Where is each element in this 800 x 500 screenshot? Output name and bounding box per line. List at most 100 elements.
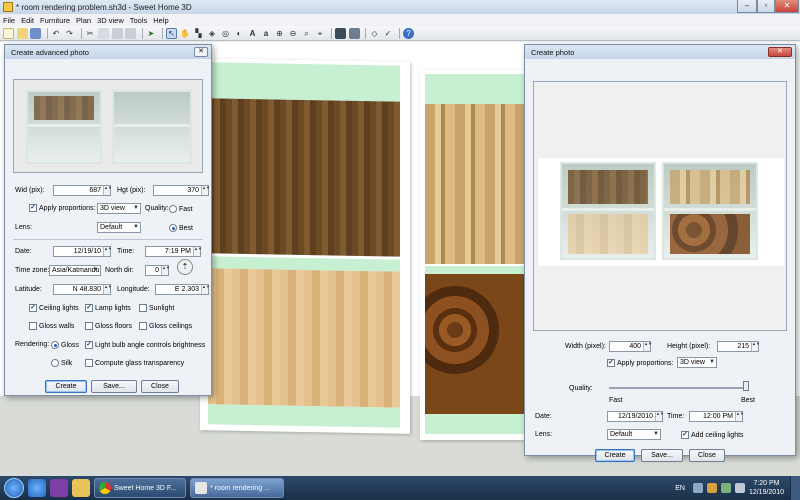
create-video-icon[interactable] [348,27,360,39]
text-style-icon[interactable]: A [247,28,258,39]
photo-apply-proportions-checkbox[interactable]: ✓ Apply proportions: [607,359,673,367]
glass-transparency-checkbox[interactable]: Compute glass transparency [85,359,184,367]
minimize-button[interactable]: – [737,0,757,13]
photo-width-spinner[interactable]: ▲▼ [643,341,652,351]
create-rooms-icon[interactable]: ◈ [207,28,218,39]
slider-thumb[interactable] [743,381,749,391]
add-furniture-icon[interactable]: ➤ [146,28,157,39]
rendering-silk-radio[interactable]: Silk [51,359,72,367]
photo-create-button[interactable]: Create [595,449,635,462]
yahoo-icon[interactable] [50,479,68,497]
redo-icon[interactable]: ↷ [64,28,75,39]
rendering-gloss-radio[interactable]: Gloss [51,341,79,349]
height-field[interactable]: 370 ▲▼ [153,185,210,196]
zoom-all-icon[interactable]: ⌖ [315,28,326,39]
tray-flag-icon[interactable] [706,483,717,493]
advanced-create-button[interactable]: Create [45,380,87,393]
photo-save-button[interactable]: Save... [641,449,683,462]
width-field[interactable]: 687 ▲▼ [53,185,112,196]
taskbar-chrome[interactable]: Sweet Home 3D F... [94,478,186,498]
tray-volume-icon[interactable] [734,483,745,493]
quality-fast-radio[interactable]: Fast [169,205,193,213]
time-spinner[interactable]: ▲▼ [193,246,202,256]
ceiling-lights-checkbox[interactable]: ✓ Ceiling lights [29,304,79,312]
photo-height-spinner[interactable]: ▲▼ [751,341,760,351]
quality-best-radio[interactable]: Best [169,224,193,232]
longitude-field[interactable]: E 2.303 ▲▼ [155,284,210,295]
paste-icon[interactable] [111,27,123,39]
advanced-save-button[interactable]: Save... [91,380,137,393]
photo-time-field[interactable]: 12:00 PM ▲▼ [689,411,744,422]
aerial-view-icon[interactable]: ◇ [369,28,380,39]
photo-lens-select[interactable]: Default ▼ [607,429,661,440]
photo-quality-slider[interactable] [609,381,749,395]
compass-icon[interactable]: ⇡ [177,259,193,275]
north-direction-field[interactable]: 0 ▲▼ [145,265,170,276]
create-labels-icon[interactable]: ◐ [234,28,245,39]
lens-select[interactable]: Default ▼ [97,222,141,233]
delete-icon[interactable] [125,27,136,39]
menu-help[interactable]: Help [153,16,168,25]
longitude-spinner[interactable]: ▲▼ [201,284,210,294]
lamp-lights-checkbox[interactable]: ✓ Lamp lights [85,304,131,312]
photo-width-field[interactable]: 400 ▲▼ [609,341,652,352]
create-photo-icon[interactable] [335,27,346,39]
close-window-button[interactable]: ✕ [775,0,799,13]
create-walls-icon[interactable]: ▚ [193,28,204,39]
select-icon[interactable]: ↖ [166,27,177,39]
gloss-floors-checkbox[interactable]: Gloss floors [85,322,132,330]
copy-icon[interactable] [98,27,109,39]
virtual-visit-icon[interactable]: ✓ [383,28,394,39]
menu-file[interactable]: File [3,16,15,25]
photo-time-spinner[interactable]: ▲▼ [735,411,744,421]
height-spinner[interactable]: ▲▼ [201,185,210,195]
photo-date-spinner[interactable]: ▲▼ [655,411,664,421]
menu-plan[interactable]: Plan [76,16,91,25]
new-icon[interactable] [3,27,14,39]
pan-icon[interactable]: ✋ [180,28,191,39]
timezone-select[interactable]: Asia/Katmandu ▼ [49,265,101,276]
photo-close-icon[interactable]: ✕ [768,47,792,57]
tray-network-icon[interactable] [720,483,731,493]
create-dimensions-icon[interactable]: ◎ [220,28,231,39]
gloss-ceilings-checkbox[interactable]: Gloss ceilings [139,322,192,330]
open-icon[interactable] [16,27,28,39]
photo-date-field[interactable]: 12/19/2010 ▲▼ [607,411,664,422]
photo-ceiling-lights-checkbox[interactable]: ✓ Add ceiling lights [681,431,744,439]
tray-app-icon[interactable] [692,483,703,493]
light-bulb-checkbox[interactable]: ✓ Light bulb angle controls brightness [85,341,205,349]
cut-icon[interactable]: ✂ [85,28,96,39]
ie-icon[interactable] [28,479,46,497]
width-spinner[interactable]: ▲▼ [103,185,112,195]
taskbar-sweet-home[interactable]: * room rendering ... [190,478,284,498]
menu-furniture[interactable]: Furniture [40,16,70,25]
proportions-select[interactable]: 3D view ▼ [97,203,141,214]
time-field[interactable]: 7:19 PM ▲▼ [145,246,202,257]
photo-proportions-select[interactable]: 3D view ▼ [677,357,717,368]
date-spinner[interactable]: ▲▼ [103,246,112,256]
date-field[interactable]: 12/19/10 ▲▼ [53,246,112,257]
show-desktop-button[interactable] [790,476,800,500]
zoom-out-icon[interactable]: ⊖ [288,28,299,39]
menu-edit[interactable]: Edit [21,16,34,25]
help-icon[interactable]: ? [403,27,414,39]
language-indicator[interactable]: EN [675,485,685,492]
gloss-walls-checkbox[interactable]: Gloss walls [29,322,74,330]
save-icon[interactable] [30,27,41,39]
text-style-small-icon[interactable]: a [261,28,272,39]
zoom-in-icon[interactable]: ⊕ [274,28,285,39]
zoom-fit-icon[interactable]: ⌕ [301,28,312,39]
north-spinner[interactable]: ▲▼ [161,265,170,275]
photo-close-button[interactable]: Close [689,449,725,462]
menu-tools[interactable]: Tools [130,16,148,25]
menu-3d-view[interactable]: 3D view [97,16,124,25]
folder-icon[interactable] [72,479,90,497]
latitude-field[interactable]: N 48.830 ▲▼ [53,284,112,295]
photo-height-field[interactable]: 215 ▲▼ [717,341,760,352]
apply-proportions-checkbox[interactable]: ✓ Apply proportions: [29,204,95,212]
clock[interactable]: 7:20 PM 12/19/2010 [749,479,784,497]
latitude-spinner[interactable]: ▲▼ [103,284,112,294]
advanced-close-button[interactable]: Close [141,380,179,393]
sunlight-checkbox[interactable]: Sunlight [139,304,174,312]
advanced-photo-close-icon[interactable]: ✕ [194,47,208,57]
